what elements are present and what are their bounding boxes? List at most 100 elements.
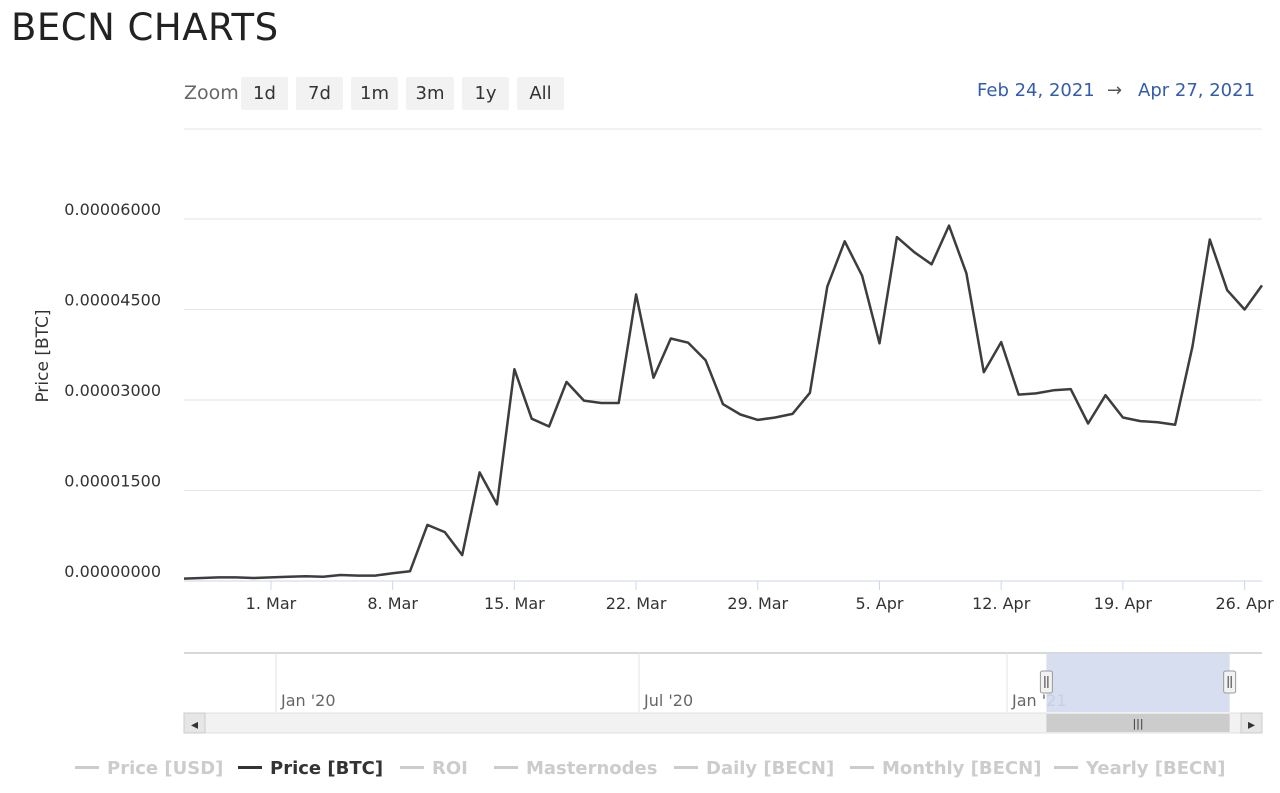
- data-point: [1070, 388, 1072, 390]
- legend-label: ROI: [432, 758, 468, 779]
- data-point: [1157, 421, 1159, 423]
- data-point: [826, 285, 828, 287]
- data-point: [339, 574, 341, 576]
- navigator-selection: [1046, 653, 1230, 712]
- data-point: [235, 576, 237, 578]
- data-point: [496, 503, 498, 505]
- legend-line-icon: [75, 765, 99, 769]
- x-tick-label: 12. Apr: [972, 594, 1031, 613]
- legend-line-icon: [494, 765, 518, 769]
- legend-label: Monthly [BECN]: [882, 758, 1042, 779]
- x-tick-label: 5. Apr: [855, 594, 903, 613]
- navigator-handle-left[interactable]: [1039, 670, 1053, 694]
- data-point: [635, 293, 637, 295]
- data-point: [1139, 420, 1141, 422]
- x-tick-label: 29. Mar: [727, 594, 788, 613]
- data-point: [791, 413, 793, 415]
- data-point: [409, 570, 411, 572]
- series-line-price-btc: [183, 224, 1264, 580]
- data-point: [913, 251, 915, 253]
- data-point: [1261, 284, 1263, 286]
- legend-line-icon: [1054, 765, 1078, 769]
- legend-label: Daily [BECN]: [706, 758, 835, 779]
- data-point: [357, 574, 359, 576]
- data-point: [583, 399, 585, 401]
- data-point: [200, 577, 202, 579]
- navigator: Jan '20 Jul '20 Jan '21◂ ▸|||: [183, 652, 1263, 734]
- data-point: [1104, 394, 1106, 396]
- y-tick-label: 0.00001500: [64, 472, 161, 491]
- data-point: [983, 371, 985, 373]
- data-point: [1226, 289, 1228, 291]
- data-point: [391, 572, 393, 574]
- data-point: [600, 402, 602, 404]
- data-point: [670, 337, 672, 339]
- x-tick-label: 8. Mar: [367, 594, 418, 613]
- legend-item[interactable]: Yearly [BECN]: [1054, 756, 1226, 782]
- y-tick-label: 0.00004500: [64, 291, 161, 310]
- data-point: [704, 359, 706, 361]
- data-point: [374, 574, 376, 576]
- data-point: [1087, 422, 1089, 424]
- legend-item[interactable]: Price [USD]: [75, 756, 223, 782]
- data-point: [844, 240, 846, 242]
- x-tick-label: 22. Mar: [606, 594, 667, 613]
- data-point: [218, 576, 220, 578]
- data-point: [461, 554, 463, 556]
- x-tick-label: 1. Mar: [246, 594, 297, 613]
- y-tick-label: 0.00003000: [64, 381, 161, 400]
- data-point: [1035, 392, 1037, 394]
- data-point: [739, 413, 741, 415]
- data-point: [478, 471, 480, 473]
- y-axis-label: Price [BTC]: [33, 309, 53, 402]
- x-axis-ticks: 1. Mar 8. Mar 15. Mar 22. Mar 29. Mar 5. Apr 1…: [246, 581, 1274, 613]
- data-point: [809, 392, 811, 394]
- scrollbar-grip-icon: |||: [1132, 717, 1143, 730]
- data-point: [948, 224, 950, 226]
- data-point: [687, 342, 689, 344]
- data-point: [183, 577, 185, 579]
- legend-line-icon: [674, 765, 698, 769]
- data-point: [287, 576, 289, 578]
- legend-item[interactable]: Masternodes: [494, 756, 657, 782]
- data-point: [565, 381, 567, 383]
- navigator-label: Jan '20: [280, 691, 336, 710]
- chart-page: BECN CHARTS Zoom 1d 7d 1m 3m 1y All Feb …: [0, 0, 1280, 793]
- data-point: [757, 419, 759, 421]
- legend-label: Masternodes: [526, 758, 658, 779]
- legend-line-icon: [238, 765, 262, 769]
- legend-label: Yearly [BECN]: [1086, 758, 1226, 779]
- data-point: [426, 524, 428, 526]
- grid-lines: [184, 218, 1262, 582]
- legend-label: Price [BTC]: [270, 758, 384, 779]
- legend-item[interactable]: Price [BTC]: [238, 756, 383, 782]
- legend-item[interactable]: Daily [BECN]: [674, 756, 834, 782]
- data-point: [722, 403, 724, 405]
- data-point: [618, 402, 620, 404]
- arrow-right-icon: ▸: [1248, 717, 1255, 733]
- data-point: [1052, 389, 1054, 391]
- navigator-label: Jul '20: [643, 691, 693, 710]
- data-point: [548, 425, 550, 427]
- data-point: [1209, 238, 1211, 240]
- legend-label: Price [USD]: [107, 758, 224, 779]
- data-point: [305, 575, 307, 577]
- legend-item[interactable]: Monthly [BECN]: [850, 756, 1041, 782]
- y-axis-ticks: 0.00000000 0.00001500 0.00003000 0.00004500…: [64, 200, 161, 581]
- x-tick-label: 19. Apr: [1094, 594, 1153, 613]
- data-point: [270, 576, 272, 578]
- legend-line-icon: [850, 765, 874, 769]
- y-tick-label: 0.00006000: [64, 200, 161, 219]
- data-point: [513, 368, 515, 370]
- x-tick-label: 26. Apr: [1216, 594, 1275, 613]
- series-layer: [183, 224, 1264, 580]
- data-point: [1000, 341, 1002, 343]
- navigator-handle-right[interactable]: [1223, 670, 1237, 694]
- data-point: [252, 577, 254, 579]
- data-point: [444, 531, 446, 533]
- arrow-left-icon: ◂: [191, 717, 198, 733]
- data-point: [930, 263, 932, 265]
- data-point: [1122, 416, 1124, 418]
- legend-item[interactable]: ROI: [400, 756, 468, 782]
- data-point: [322, 576, 324, 578]
